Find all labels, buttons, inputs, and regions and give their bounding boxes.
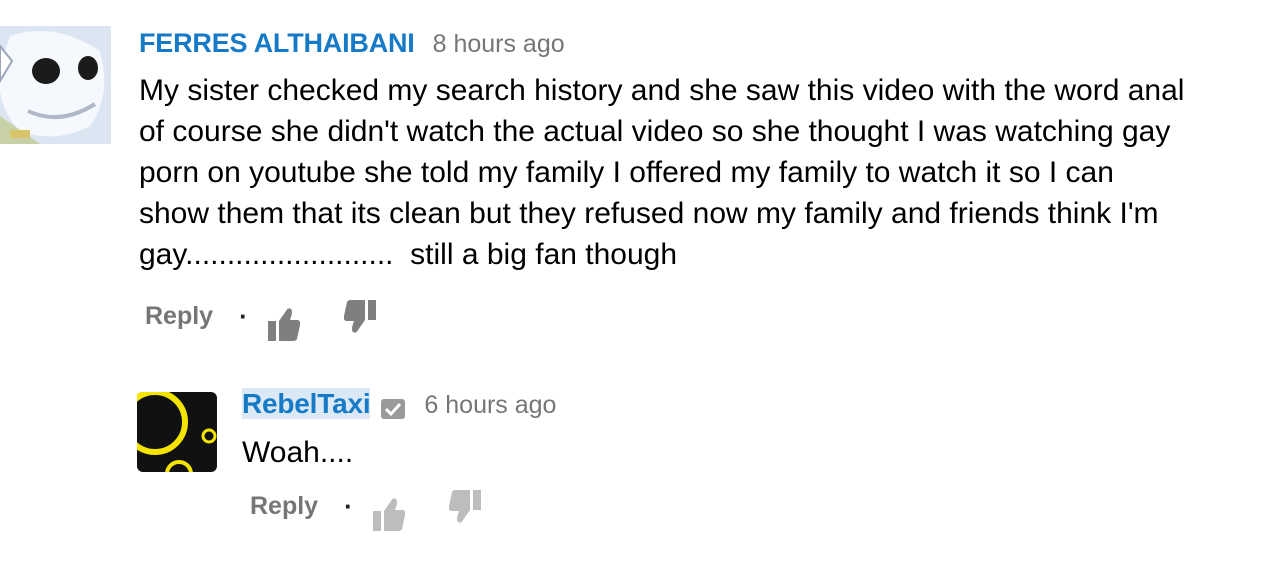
reply-header: RebelTaxi 6 hours ago [242,388,556,420]
comment-actions: Reply · [145,296,420,341]
comment-header: FERRES ALTHAIBANI 8 hours ago [139,28,565,59]
thumbs-down-icon[interactable] [448,490,481,526]
separator: · [344,490,353,521]
comment-line: porn on youtube she told my family I off… [139,156,1114,189]
comment-line: show them that its clean but they refuse… [139,197,1159,230]
author-name[interactable]: FERRES ALTHAIBANI [139,28,415,58]
comment-text: My sister checked my search history and … [139,70,1184,275]
skeleton-avatar-icon [0,26,111,144]
reply-button[interactable]: Reply [250,492,318,521]
reply-actions: Reply · [250,486,525,531]
comment-line: of course she didn't watch the actual vi… [139,115,1171,148]
thumbs-up-icon[interactable] [267,305,300,341]
author-name[interactable]: RebelTaxi [242,388,371,419]
thumbs-up-icon[interactable] [372,495,405,531]
comment-thread: FERRES ALTHAIBANI 8 hours ago My sister c… [0,0,1280,360]
avatar[interactable] [137,392,217,472]
thumbs-down-icon[interactable] [343,300,376,336]
comment-line: Woah.... [242,436,354,469]
separator: · [239,300,248,331]
reply-thread: RebelTaxi 6 hours ago Woah.... Reply · [0,380,1280,560]
reply-button[interactable]: Reply [145,302,213,331]
avatar[interactable] [0,26,111,144]
comment-line: My sister checked my search history and … [139,74,1185,107]
yellow-circles-avatar-icon [137,392,217,472]
verified-check-icon [380,398,406,420]
timestamp[interactable]: 8 hours ago [433,30,565,58]
comment-line: gay......................... still a big… [139,238,678,271]
timestamp[interactable]: 6 hours ago [424,391,556,419]
reply-text: Woah.... [242,432,353,473]
